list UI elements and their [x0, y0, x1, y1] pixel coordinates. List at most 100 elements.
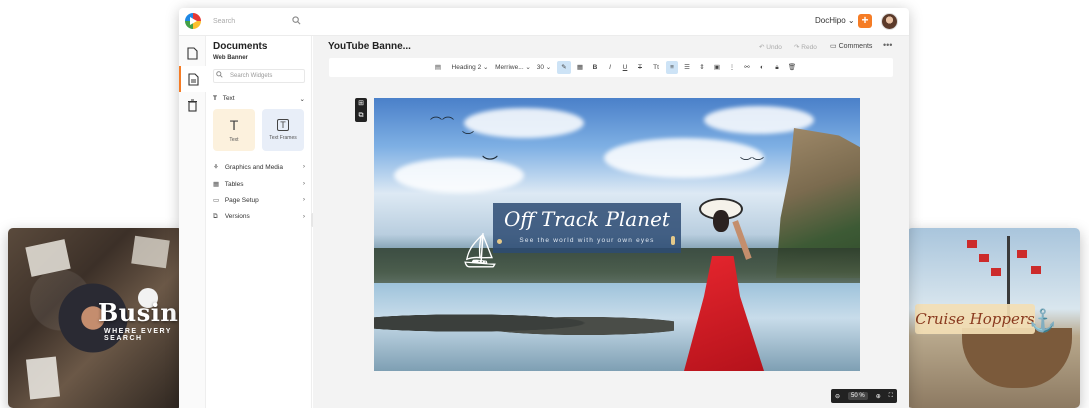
- highlight-icon[interactable]: ▦: [575, 58, 585, 77]
- woman-in-red-dress-image[interactable]: [679, 198, 769, 371]
- menu-label: Page Setup: [224, 197, 259, 204]
- zoom-level[interactable]: 50 %: [848, 392, 868, 400]
- birds-icon[interactable]: ︶: [462, 128, 474, 145]
- link-icon[interactable]: ⚯: [742, 58, 752, 77]
- chevron-right-icon: ›: [302, 196, 305, 203]
- banner-headline[interactable]: Off Track Planet: [493, 207, 681, 231]
- text-case-icon[interactable]: Tt: [650, 58, 662, 77]
- format-toolbar: ▤ Heading 2 ⌄ Merriwe... ⌄ 30 ⌄ ✎ ▦ B I …: [329, 58, 893, 77]
- copy-icon[interactable]: ⧉: [355, 110, 367, 122]
- bullet-list-icon[interactable]: ☰: [682, 58, 692, 77]
- headline-text-frame[interactable]: Off Track Planet See the world with your…: [493, 203, 681, 253]
- arm: [732, 220, 752, 260]
- add-button[interactable]: +: [858, 14, 872, 28]
- cloud: [464, 108, 584, 138]
- comments-label: Comments: [838, 43, 873, 50]
- menu-label: Tables: [224, 181, 244, 188]
- flag: [1017, 250, 1027, 258]
- trash-icon[interactable]: 🗑︎: [787, 58, 797, 77]
- canvas-float-tools: ⊞ ⧉: [355, 98, 367, 122]
- clipboard-icon[interactable]: ▤: [433, 58, 443, 77]
- widget-search-input[interactable]: Search Widgets: [213, 69, 305, 83]
- birds-icon[interactable]: ︶: [482, 150, 498, 174]
- widget-label: Text Frames: [269, 135, 297, 141]
- panel-title: Documents: [213, 41, 268, 52]
- cloud: [394, 158, 524, 193]
- font-size-value: 30: [536, 64, 544, 71]
- widget-text-frames[interactable]: T Text Frames: [262, 109, 304, 151]
- panel-subtitle: Web Banner: [213, 55, 248, 61]
- fullscreen-icon[interactable]: ⛶: [889, 393, 893, 400]
- font-family-value: Merriwe...: [495, 64, 524, 71]
- app-logo-icon[interactable]: [185, 13, 201, 29]
- resize-handle[interactable]: [497, 239, 502, 244]
- boat-image: [962, 328, 1072, 388]
- more-options-icon[interactable]: •••: [883, 40, 892, 50]
- preview-title: Cruise Hoppers: [915, 304, 1035, 334]
- top-bar: Search DocHipo ⌄ +: [179, 8, 909, 36]
- section-label: Text: [222, 95, 235, 102]
- chevron-right-icon: ›: [302, 180, 305, 187]
- avatar[interactable]: [881, 13, 898, 30]
- ship-icon: ⚓: [1029, 308, 1057, 333]
- workspace-dropdown[interactable]: DocHipo ⌄: [815, 16, 855, 25]
- effects-icon[interactable]: ◐: [757, 58, 767, 77]
- zoom-in-icon[interactable]: ⊕: [876, 393, 881, 400]
- underline-icon[interactable]: U: [620, 58, 630, 77]
- menu-versions[interactable]: ⧉ Versions ›: [213, 213, 305, 225]
- comments-button[interactable]: ▭ Comments: [830, 42, 872, 50]
- cruise-template-preview: Cruise Hoppers ⚓: [907, 228, 1080, 408]
- search-icon[interactable]: [292, 16, 301, 28]
- text-box-icon[interactable]: ▣: [712, 58, 722, 77]
- align-center-icon[interactable]: ≡: [666, 61, 678, 74]
- global-search-input[interactable]: Search: [213, 14, 303, 30]
- banner-tagline[interactable]: See the world with your own eyes: [493, 237, 681, 244]
- menu-label: Versions: [224, 213, 250, 220]
- document-icon[interactable]: [179, 40, 206, 66]
- birds-icon[interactable]: ⌒⌒: [430, 114, 454, 131]
- undo-button[interactable]: ↶ Undo: [759, 43, 782, 51]
- menu-tables[interactable]: ▦ Tables ›: [213, 180, 305, 192]
- font-family-dropdown[interactable]: Merriwe... ⌄: [495, 58, 531, 77]
- graphics-icon: ⚘: [213, 164, 219, 171]
- birds-icon[interactable]: ︶︶: [740, 154, 764, 171]
- text-section-header[interactable]: T Text ⌄: [213, 95, 305, 103]
- widget-label: Text: [229, 137, 239, 143]
- icon-rail: [179, 36, 206, 408]
- text-color-icon[interactable]: ✎: [557, 61, 571, 74]
- flag: [979, 254, 989, 262]
- redo-button[interactable]: ↷ Redo: [794, 43, 817, 51]
- menu-graphics-media[interactable]: ⚘ Graphics and Media ›: [213, 163, 305, 175]
- zoom-out-icon[interactable]: ⊖: [835, 393, 840, 400]
- numbered-list-icon[interactable]: ⋮: [727, 58, 737, 77]
- undo-label: Undo: [766, 44, 782, 51]
- menu-page-setup[interactable]: ▭ Page Setup ›: [213, 196, 305, 208]
- line-spacing-icon[interactable]: ⇕: [697, 58, 707, 77]
- grid-icon[interactable]: ⊞: [355, 98, 367, 110]
- design-canvas[interactable]: ⌒⌒ ︶ ︶ ︶︶ ⛵︎ Off Track Planet See the wo…: [374, 98, 860, 371]
- versions-icon: ⧉: [213, 213, 218, 220]
- preview-title: Business: [98, 298, 183, 327]
- widgets-panel: Documents Web Banner Search Widgets T Te…: [206, 36, 312, 408]
- business-template-preview: Business WHERE EVERY SEARCH: [8, 228, 183, 408]
- head: [713, 210, 729, 232]
- bold-icon[interactable]: B: [590, 58, 600, 77]
- strikethrough-icon[interactable]: T: [635, 58, 645, 77]
- paper-prop: [131, 235, 170, 269]
- lock-icon[interactable]: 🔒︎: [772, 58, 782, 77]
- chevron-right-icon: ›: [302, 163, 305, 170]
- widget-text[interactable]: T Text: [213, 109, 255, 151]
- text-icon: T: [229, 117, 239, 133]
- heading-style-dropdown[interactable]: Heading 2 ⌄: [450, 58, 490, 77]
- italic-icon[interactable]: I: [605, 58, 615, 77]
- trash-icon[interactable]: [179, 92, 206, 118]
- page-icon[interactable]: [179, 66, 206, 92]
- document-title[interactable]: YouTube Banne...: [328, 41, 411, 52]
- shoreline: [374, 248, 860, 288]
- text-type-icon: T: [213, 95, 217, 102]
- flag: [967, 240, 977, 248]
- font-size-dropdown[interactable]: 30 ⌄: [535, 58, 553, 77]
- resize-handle[interactable]: [671, 236, 675, 245]
- preview-subtitle: WHERE EVERY SEARCH: [104, 328, 172, 342]
- chevron-down-icon: ⌄: [299, 96, 305, 103]
